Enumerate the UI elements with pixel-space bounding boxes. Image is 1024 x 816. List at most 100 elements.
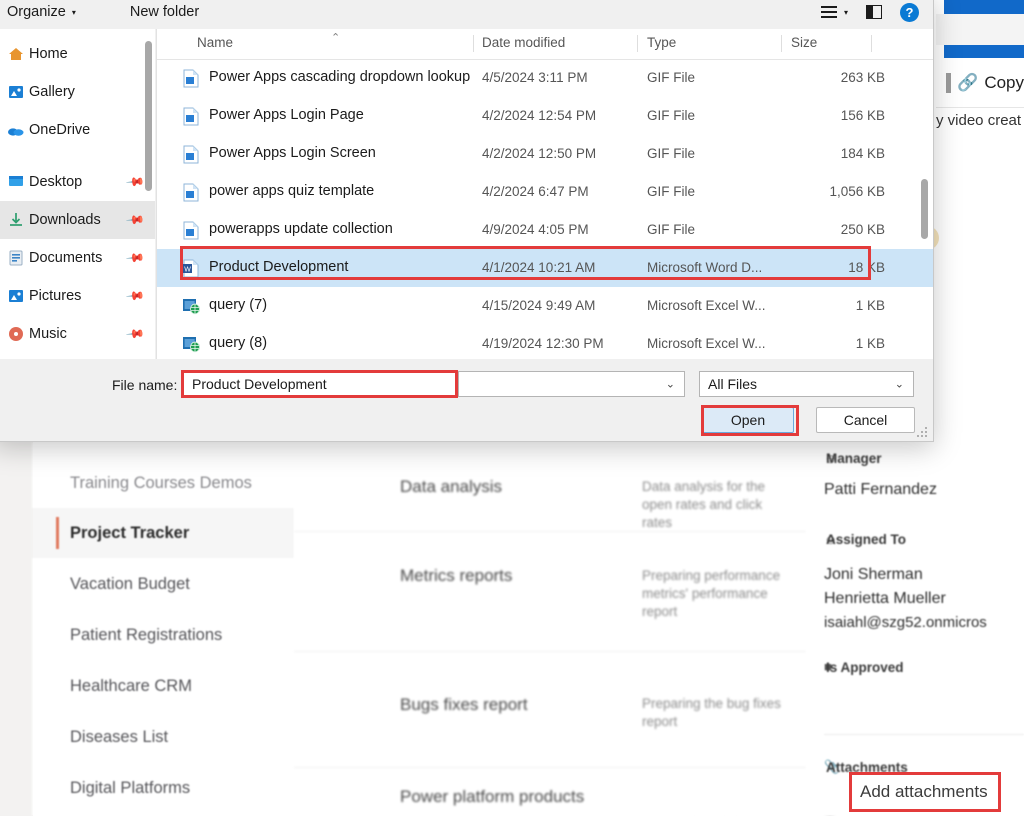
nav-item-digital-platforms[interactable]: Digital Platforms — [32, 763, 294, 813]
file-row[interactable]: Power Apps cascading dropdown lookup 4/5… — [157, 59, 933, 97]
video-caption-text: y video creat — [936, 112, 1022, 129]
grid-row[interactable]: Data analysis Data analysis for the open… — [294, 442, 842, 532]
pin-icon[interactable]: 📌 — [125, 286, 145, 306]
file-name-label: power apps quiz template — [209, 183, 375, 199]
file-date-label: 4/2/2024 6:47 PM — [482, 184, 589, 199]
sidebar-item-label: Desktop — [29, 174, 83, 190]
sidebar-item-home[interactable]: Home — [0, 35, 155, 73]
pin-icon[interactable]: 📌 — [125, 248, 145, 268]
chevron-down-icon[interactable]: ⌄ — [895, 378, 904, 391]
column-divider[interactable] — [871, 35, 872, 52]
grid-row[interactable]: Metrics reports Preparing performance me… — [294, 531, 842, 652]
sidebar-item-downloads[interactable]: Downloads 📌 — [0, 201, 155, 239]
file-row[interactable]: power apps quiz template 4/2/2024 6:47 P… — [157, 173, 933, 211]
column-divider[interactable] — [781, 35, 782, 52]
sidebar-item-music[interactable]: Music 📌 — [0, 315, 155, 353]
gif-file-icon — [182, 221, 200, 240]
file-row[interactable]: Power Apps Login Page 4/2/2024 12:54 PM … — [157, 97, 933, 135]
file-row[interactable]: powerapps update collection 4/9/2024 4:0… — [157, 211, 933, 249]
app-data-grid[interactable]: Data analysis Data analysis for the open… — [294, 442, 842, 816]
file-row[interactable]: Power Apps Login Screen 4/2/2024 12:50 P… — [157, 135, 933, 173]
sidebar-item-documents[interactable]: Documents 📌 — [0, 239, 155, 277]
sidebar-scrollbar-thumb[interactable] — [145, 41, 152, 191]
nav-item-diseases-list[interactable]: Diseases List — [32, 712, 294, 762]
column-header-size[interactable]: Size — [791, 35, 817, 50]
file-date-label: 4/1/2024 10:21 AM — [482, 260, 596, 275]
resize-grip[interactable] — [915, 425, 927, 437]
new-folder-button[interactable]: New folder — [130, 4, 199, 20]
nav-item-healthcare-crm[interactable]: Healthcare CRM — [32, 661, 294, 711]
dialog-body: Home Gallery › OneDrive — [0, 29, 933, 359]
nav-item-vacation-budget[interactable]: Vacation Budget — [32, 559, 294, 609]
file-row[interactable]: query (8) 4/19/2024 12:30 PM Microsoft E… — [157, 325, 933, 359]
nav-item-label: Diseases List — [70, 727, 169, 746]
nav-item-training-courses-demos[interactable]: Training Courses Demos — [32, 458, 294, 508]
file-size-label: 1 KB — [855, 336, 885, 351]
cancel-button[interactable]: Cancel — [816, 407, 915, 433]
record-detail-panel: ☺ Manager Patti Fernandez ☺ Assigned To … — [806, 442, 1024, 816]
nav-item-label: Vacation Budget — [70, 574, 190, 593]
file-name-label: Product Development — [209, 259, 349, 275]
column-header-date-modified[interactable]: Date modified — [482, 35, 565, 50]
file-list-pane[interactable]: ⌃ Name Date modified Type Size Power App… — [156, 29, 933, 359]
sidebar-item-pictures[interactable]: Pictures 📌 — [0, 277, 155, 315]
nav-item-label: Patient Registrations — [70, 625, 223, 644]
column-divider[interactable] — [637, 35, 638, 52]
link-icon: 🔗 — [957, 72, 979, 92]
nav-item-label: Healthcare CRM — [70, 676, 192, 695]
organize-menu-button[interactable]: Organize ▾ — [7, 4, 76, 20]
help-icon[interactable]: ? — [900, 2, 919, 22]
grid-row[interactable]: Bugs fixes report Preparing the bug fixe… — [294, 651, 842, 768]
dialog-navigation-pane[interactable]: Home Gallery › OneDrive — [0, 29, 155, 359]
add-attachments-button[interactable]: Add attachments — [860, 782, 988, 802]
manager-field-label: Manager — [826, 451, 882, 466]
file-type-filter-value: All Files — [708, 376, 758, 392]
sidebar-item-label: Documents — [29, 250, 103, 266]
drag-handle[interactable] — [946, 72, 952, 93]
grid-row-description: Preparing the bug fixes report — [642, 696, 781, 729]
nav-item-patient-registrations[interactable]: Patient Registrations — [32, 610, 294, 660]
file-date-label: 4/15/2024 9:49 AM — [482, 298, 596, 313]
grid-row-title: Bugs fixes report — [400, 695, 528, 714]
nav-item-project-tracker[interactable]: Project Tracker — [32, 508, 294, 558]
chevron-down-icon[interactable]: ⌄ — [666, 378, 675, 391]
file-row-selected[interactable]: W Product Development 4/1/2024 10:21 AM … — [157, 249, 933, 287]
sidebar-item-onedrive[interactable]: › OneDrive — [0, 111, 155, 149]
dialog-toolbar: Organize ▾ New folder ▾ ? — [0, 0, 933, 29]
file-name-combobox[interactable]: ⌄ — [458, 371, 685, 397]
app-navigation-list[interactable]: Training Courses Demos Project Tracker V… — [32, 442, 294, 816]
sidebar-item-gallery[interactable]: Gallery — [0, 73, 155, 111]
sidebar-item-desktop[interactable]: Desktop 📌 — [0, 163, 155, 201]
open-button[interactable]: Open — [702, 407, 794, 433]
pin-icon[interactable]: 📌 — [125, 324, 145, 344]
preview-pane-icon[interactable] — [866, 5, 882, 19]
grid-row-title: Power platform products — [400, 787, 585, 806]
toolbar-right-group: ▾ ? — [820, 0, 919, 29]
column-header-name[interactable]: Name — [197, 35, 233, 50]
sort-ascending-icon[interactable]: ⌃ — [331, 31, 340, 44]
view-options-button[interactable]: ▾ — [820, 6, 848, 18]
file-name-label: query (7) — [209, 297, 268, 313]
file-list-scrollbar-thumb[interactable] — [921, 179, 928, 239]
grid-row-title: Data analysis — [400, 477, 503, 496]
file-row[interactable]: query (7) 4/15/2024 9:49 AM Microsoft Ex… — [157, 287, 933, 325]
pin-icon[interactable]: 📌 — [125, 210, 145, 230]
file-name-input[interactable]: Product Development — [183, 371, 458, 397]
file-type-filter-combobox[interactable]: All Files ⌄ — [699, 371, 914, 397]
grid-row[interactable]: Power platform products Preparation of t… — [294, 767, 842, 816]
browser-chrome — [936, 14, 1024, 45]
assigned-to-value: Henrietta Mueller — [824, 590, 946, 607]
copy-link-row[interactable]: 🔗 Copy — [936, 58, 1024, 108]
file-type-label: Microsoft Excel W... — [647, 298, 766, 313]
column-header-type[interactable]: Type — [647, 35, 676, 50]
sidebar-item-label: Pictures — [29, 288, 82, 304]
nav-item-label: Digital Platforms — [70, 778, 191, 797]
file-date-label: 4/5/2024 3:11 PM — [482, 70, 588, 85]
pictures-icon — [7, 288, 24, 305]
column-divider[interactable] — [473, 35, 474, 52]
pin-icon[interactable]: 📌 — [125, 172, 145, 192]
file-size-label: 18 KB — [848, 260, 885, 275]
gif-file-icon — [182, 107, 200, 126]
file-name-label: Power Apps Login Screen — [209, 145, 376, 161]
file-type-label: Microsoft Word D... — [647, 260, 763, 275]
